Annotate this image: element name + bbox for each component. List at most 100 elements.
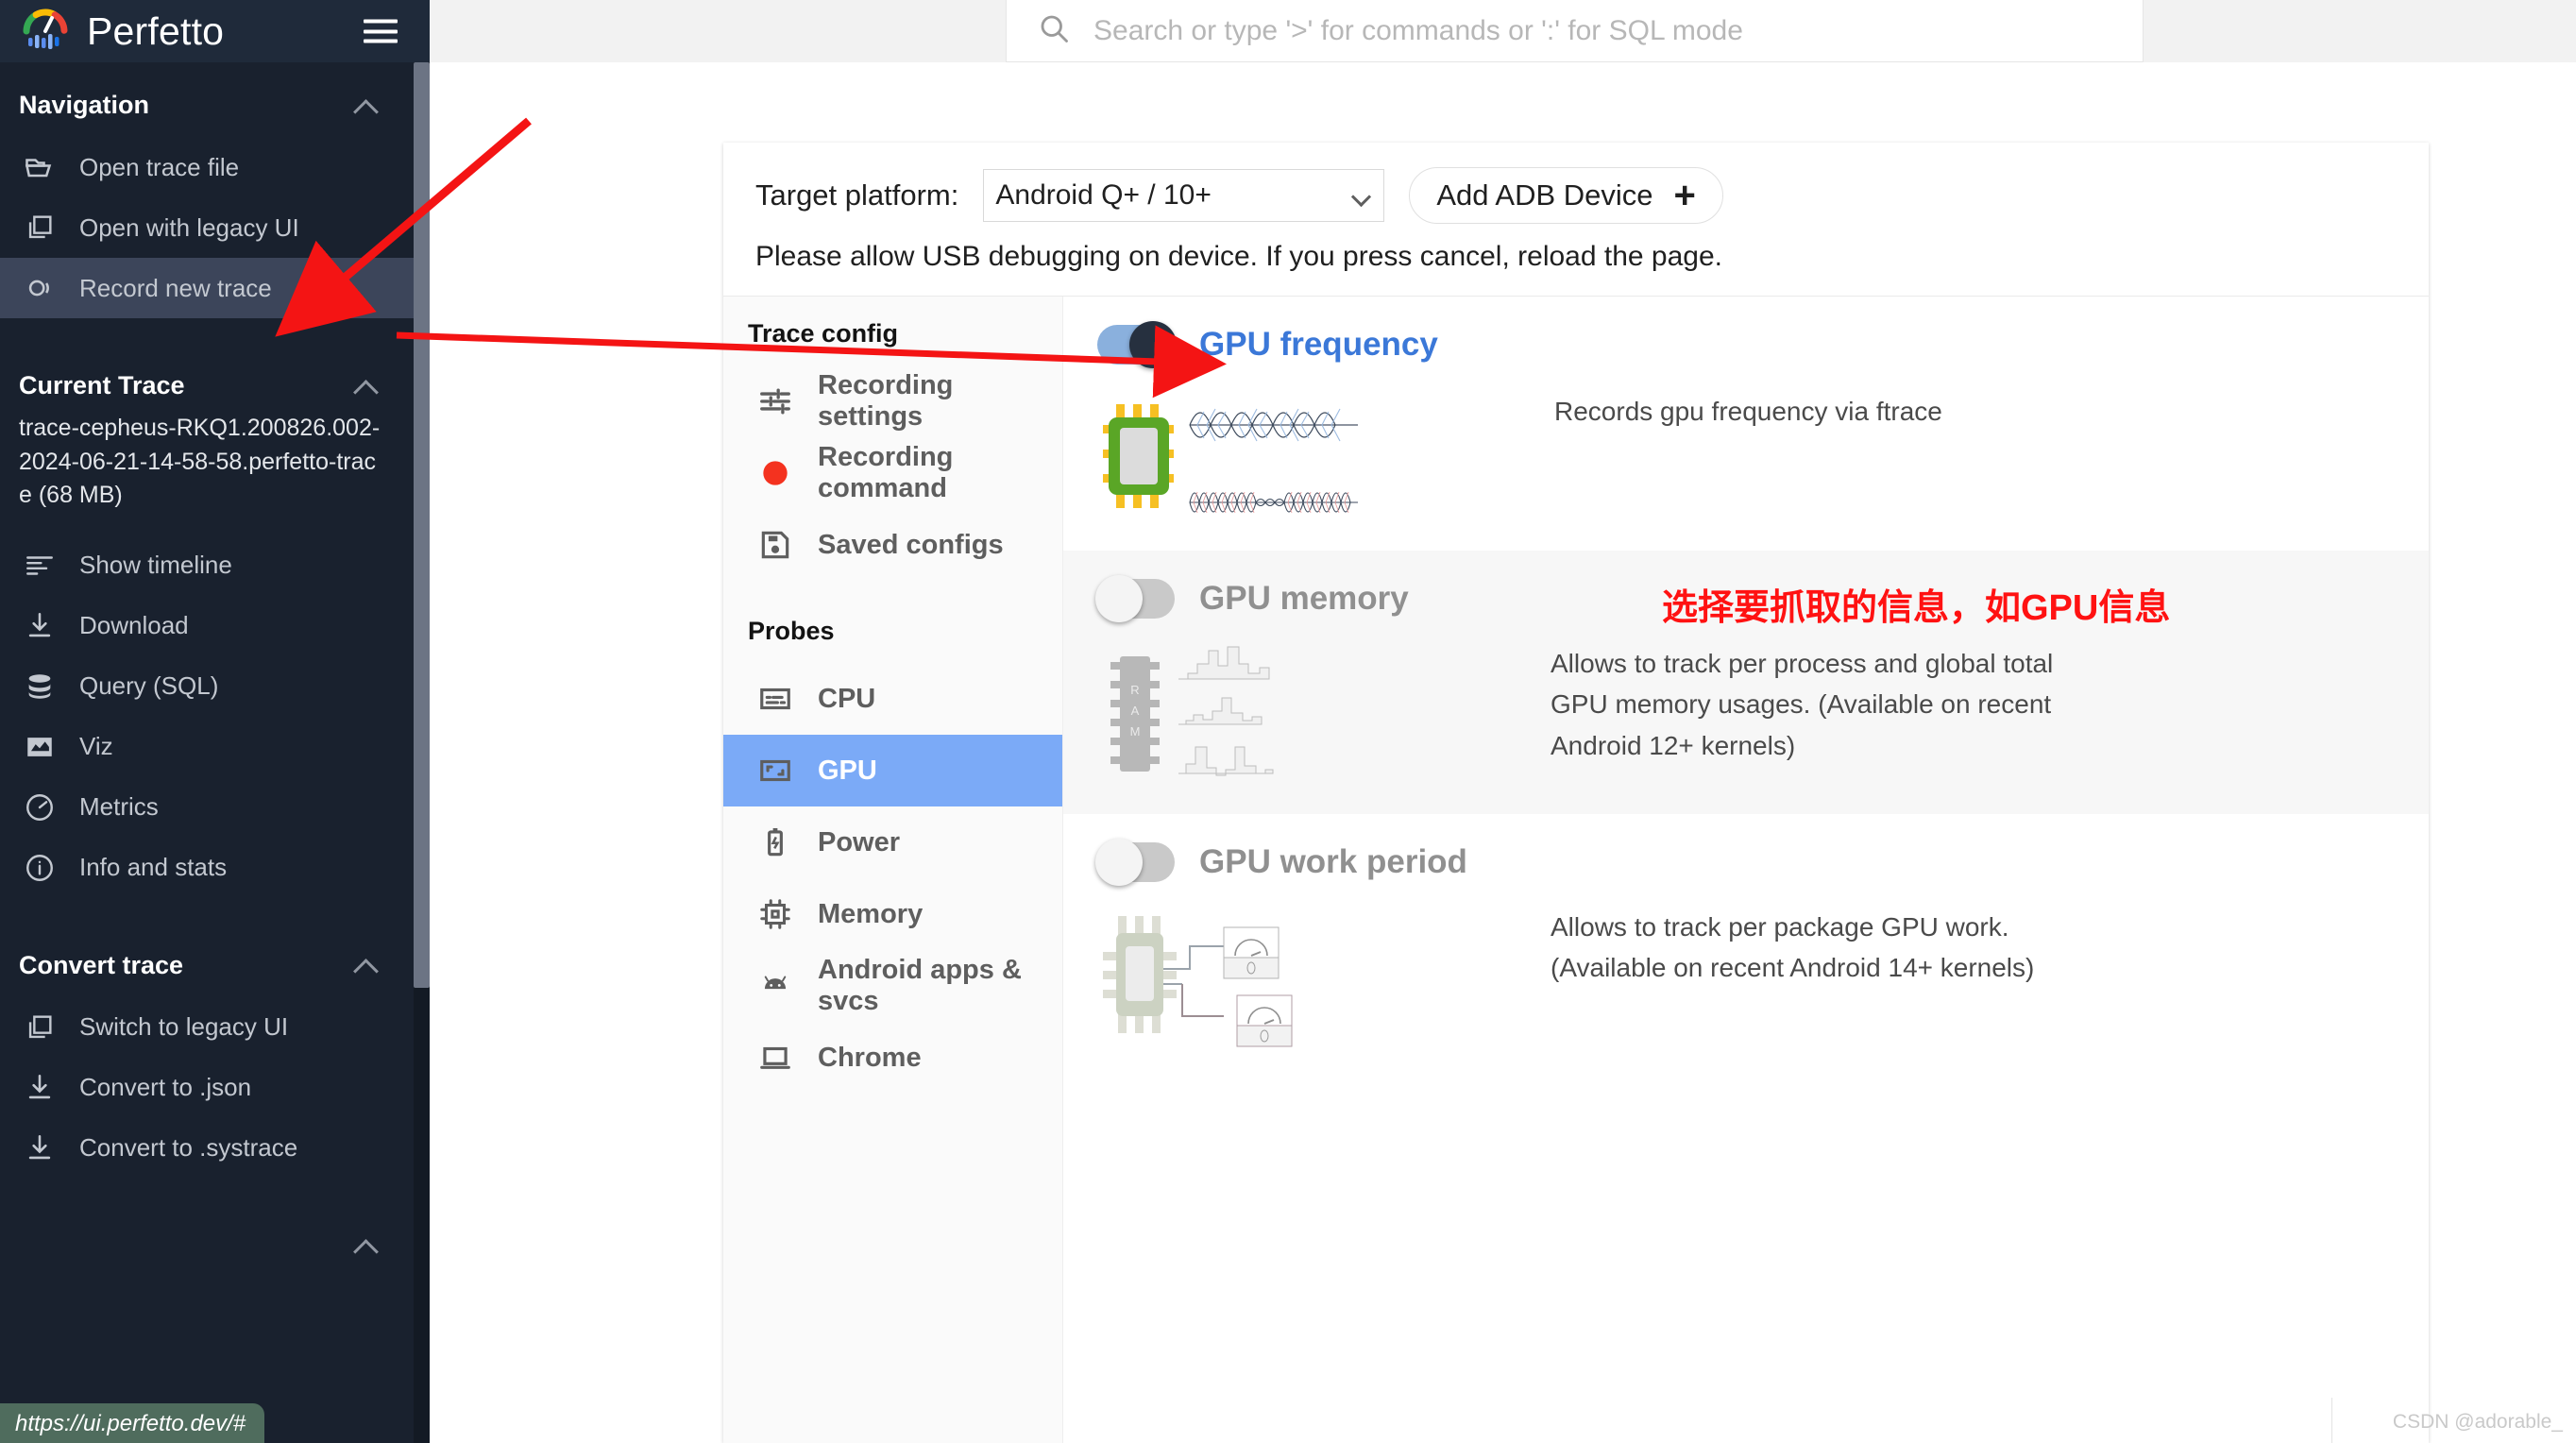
menu-item-label: Power xyxy=(818,826,901,857)
perfetto-ui-root: Perfetto Navigation Open trace file Open… xyxy=(0,0,2576,1443)
record-dot-icon xyxy=(755,453,795,493)
probe-header: GPU work period xyxy=(1063,839,2429,886)
download-icon xyxy=(21,1129,59,1167)
chevron-up-icon[interactable] xyxy=(353,372,381,400)
menu-item-chrome[interactable]: Chrome xyxy=(723,1022,1062,1094)
target-platform-select[interactable]: Android Q+ / 10+ xyxy=(983,169,1385,222)
sidebar-item-metrics[interactable]: Metrics xyxy=(0,777,430,838)
chevron-up-icon[interactable] xyxy=(353,1231,381,1260)
probe-description: Allows to track per process and global t… xyxy=(1551,649,2054,760)
sidebar-scrollbar-thumb[interactable] xyxy=(414,62,430,988)
svg-text:R: R xyxy=(1130,683,1139,697)
gpu-icon xyxy=(755,751,795,790)
target-platform-value: Android Q+ / 10+ xyxy=(995,179,1212,211)
download-icon xyxy=(21,607,59,645)
sidebar-item-label: Open trace file xyxy=(79,152,240,181)
sidebar-item-label: Switch to legacy UI xyxy=(79,1012,289,1041)
menu-item-label: Chrome xyxy=(818,1042,922,1073)
database-icon xyxy=(21,668,59,705)
sidebar-item-query-sql[interactable]: Query (SQL) xyxy=(0,656,430,717)
perfetto-logo-icon xyxy=(21,7,70,56)
hamburger-icon[interactable] xyxy=(364,19,398,43)
plus-icon: + xyxy=(1673,175,1696,216)
chevron-up-icon[interactable] xyxy=(353,951,381,979)
add-adb-device-label: Add ADB Device xyxy=(1436,178,1653,212)
sidebar-scrollbar[interactable] xyxy=(414,62,430,1443)
probe-gpu-work-period: GPU work period Allows to track per pack… xyxy=(1063,814,2429,1078)
brand-title: Perfetto xyxy=(87,8,225,53)
ram-stick-histogram-illustration: R A M xyxy=(1095,639,1379,795)
toggle-gpu-work-period[interactable] xyxy=(1095,839,1175,886)
record-body: Trace config Recording settings Recordin… xyxy=(723,297,2429,1443)
toggle-gpu-memory[interactable] xyxy=(1095,575,1175,622)
brand[interactable]: Perfetto xyxy=(21,7,224,56)
sidebar-item-label: Convert to .json xyxy=(79,1073,252,1101)
gpu-chip-waveform-illustration xyxy=(1095,385,1379,532)
menu-item-cpu[interactable]: CPU xyxy=(723,663,1062,735)
sidebar-item-download[interactable]: Download xyxy=(0,596,430,656)
sidebar-item-show-timeline[interactable]: Show timeline xyxy=(0,535,430,596)
target-platform-label: Target platform: xyxy=(755,178,959,212)
sidebar-section-extra[interactable] xyxy=(0,1203,415,1260)
sidebar-section-title: Current Trace xyxy=(19,371,185,399)
record-circle-icon xyxy=(21,269,59,307)
download-icon xyxy=(21,1069,59,1107)
sidebar-item-viz[interactable]: Viz xyxy=(0,717,430,777)
sidebar-item-label: Query (SQL) xyxy=(79,671,219,700)
save-icon xyxy=(755,525,795,565)
toggle-knob xyxy=(1095,839,1143,886)
menu-item-label: GPU xyxy=(818,755,877,786)
sidebar-item-convert-to-json[interactable]: Convert to .json xyxy=(0,1058,430,1118)
sidebar-item-open-with-legacy-ui[interactable]: Open with legacy UI xyxy=(0,197,430,258)
timeline-icon xyxy=(21,547,59,585)
probe-panel: GPU frequency Records gpu frequency via … xyxy=(1063,297,2429,1443)
android-icon xyxy=(755,966,795,1006)
watermark-divider xyxy=(2331,1398,2332,1443)
sidebar-item-label: Record new trace xyxy=(79,273,272,302)
menu-item-label: Saved configs xyxy=(818,529,1004,560)
sidebar-item-open-trace-file[interactable]: Open trace file xyxy=(0,137,430,197)
menu-item-power[interactable]: Power xyxy=(723,806,1062,878)
sidebar-item-label: Convert to .systrace xyxy=(79,1133,298,1162)
probe-description: Allows to track per package GPU work. (A… xyxy=(1551,912,2035,983)
sliders-icon xyxy=(755,382,795,421)
probe-header: GPU frequency xyxy=(1063,321,2429,368)
sidebar-item-label: Show timeline xyxy=(79,551,232,579)
chevron-down-icon xyxy=(1351,186,1372,208)
sidebar-item-info-and-stats[interactable]: Info and stats xyxy=(0,838,430,898)
menu-item-recording-settings[interactable]: Recording settings xyxy=(723,365,1062,437)
sidebar-item-record-new-trace[interactable]: Record new trace xyxy=(0,258,430,318)
info-circle-icon xyxy=(21,849,59,887)
sidebar: Perfetto Navigation Open trace file Open… xyxy=(0,0,430,1443)
sidebar-section-navigation[interactable]: Navigation xyxy=(0,62,415,120)
sidebar-item-convert-to-systrace[interactable]: Convert to .systrace xyxy=(0,1118,430,1179)
menu-item-gpu[interactable]: GPU xyxy=(723,735,1062,806)
copy-icon xyxy=(21,1009,59,1046)
probe-title: GPU memory xyxy=(1199,580,1409,617)
probe-title: GPU frequency xyxy=(1199,326,1438,363)
battery-icon xyxy=(755,823,795,862)
chip-gauges-illustration xyxy=(1095,903,1379,1059)
laptop-icon xyxy=(755,1038,795,1078)
menu-item-saved-configs[interactable]: Saved configs xyxy=(723,509,1062,581)
chevron-up-icon[interactable] xyxy=(353,92,381,120)
sidebar-item-switch-to-legacy-ui[interactable]: Switch to legacy UI xyxy=(0,997,430,1058)
search-input[interactable]: Search or type '>' for commands or ':' f… xyxy=(1093,15,1743,47)
sidebar-header: Perfetto xyxy=(0,0,430,62)
sidebar-section-convert-trace[interactable]: Convert trace xyxy=(0,923,415,980)
menu-item-android-apps-svcs[interactable]: Android apps & svcs xyxy=(723,950,1062,1022)
record-page-card: Target platform: Android Q+ / 10+ Add AD… xyxy=(723,143,2429,1443)
sidebar-section-current-trace[interactable]: Current Trace xyxy=(0,343,415,400)
record-config-menu: Trace config Recording settings Recordin… xyxy=(723,297,1063,1443)
menu-item-recording-command[interactable]: Recording command xyxy=(723,437,1062,509)
cpu-icon xyxy=(755,679,795,719)
toggle-gpu-frequency[interactable] xyxy=(1097,321,1177,368)
menu-item-label: Recording command xyxy=(818,442,954,503)
probe-gpu-frequency: GPU frequency Records gpu frequency via … xyxy=(1063,297,2429,551)
menu-item-memory[interactable]: Memory xyxy=(723,878,1062,950)
omnibox[interactable]: Search or type '>' for commands or ':' f… xyxy=(1006,0,2144,62)
add-adb-device-button[interactable]: Add ADB Device + xyxy=(1409,167,1723,224)
